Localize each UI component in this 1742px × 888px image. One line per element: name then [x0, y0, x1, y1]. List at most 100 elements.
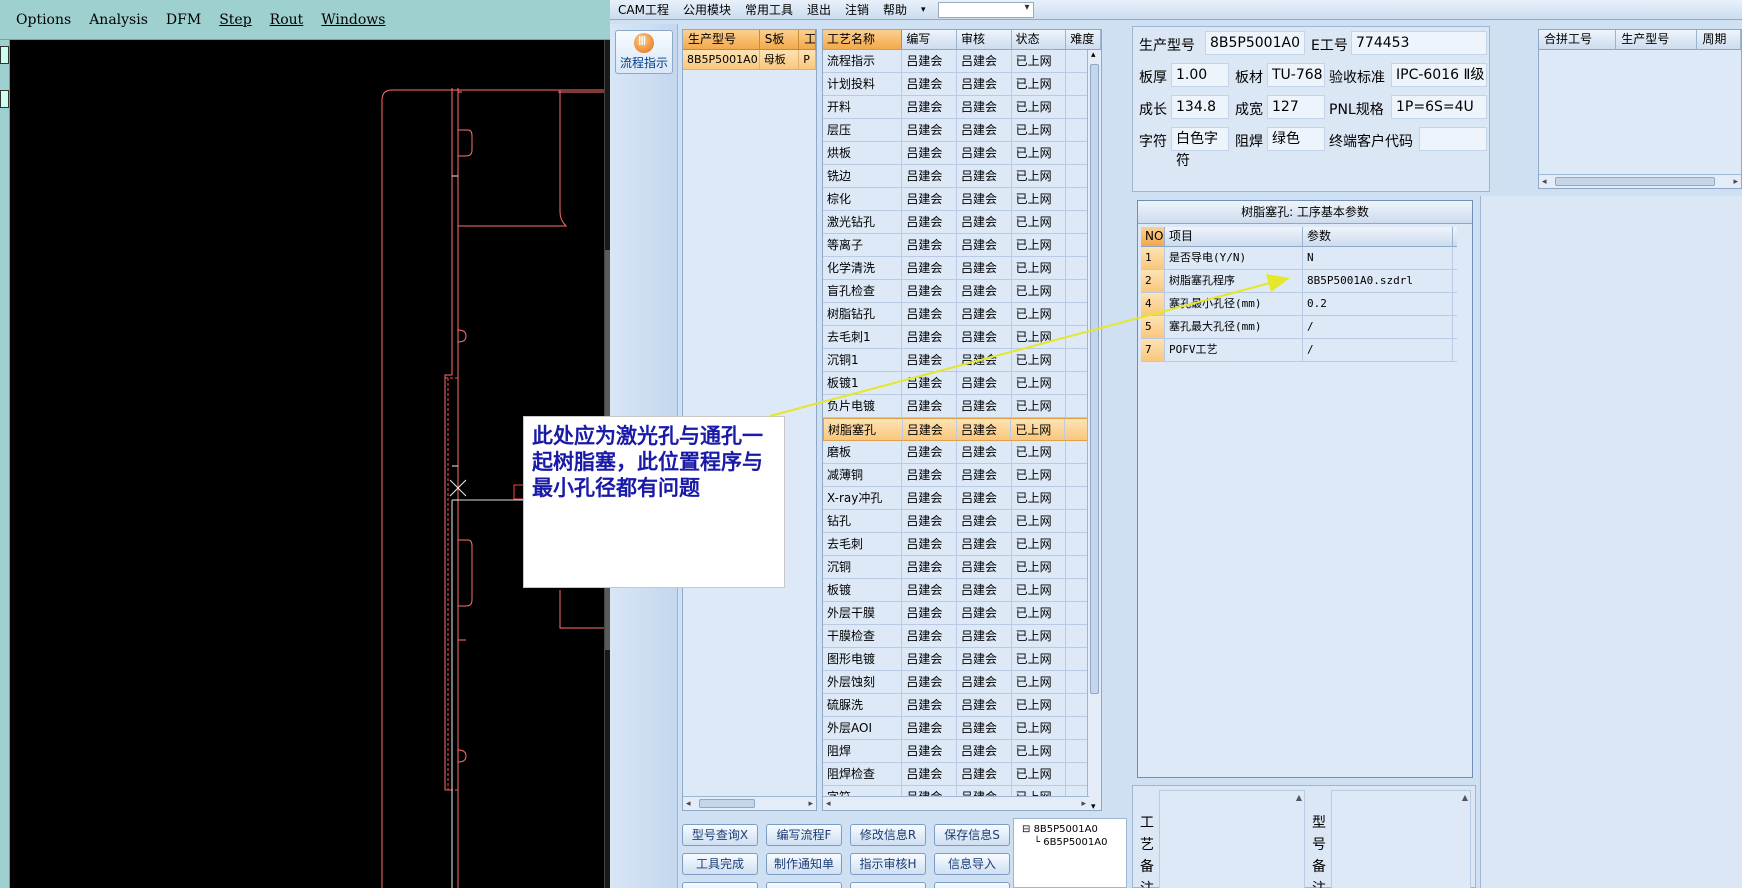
model-grid-hscroll[interactable]: ◂ ▸	[683, 796, 816, 810]
col-param[interactable]: 参数	[1303, 227, 1453, 246]
process-row[interactable]: 层压 吕建会 吕建会 已上网	[823, 119, 1101, 142]
process-row[interactable]: 硫脲洗 吕建会 吕建会 已上网	[823, 694, 1101, 717]
process-row[interactable]: 铣边 吕建会 吕建会 已上网	[823, 165, 1101, 188]
process-row[interactable]: 流程指示 吕建会 吕建会 已上网	[823, 50, 1101, 73]
param-row[interactable]: 1 是否导电(Y/N) N	[1141, 247, 1457, 270]
material-field[interactable]: TU-768	[1267, 63, 1325, 87]
process-grid-vscroll[interactable]: ▴ ▾	[1087, 50, 1101, 810]
menu-cam-project[interactable]: CAM工程	[618, 1, 669, 18]
writer-cell: 吕建会	[902, 349, 958, 371]
process-row[interactable]: 阻焊 吕建会 吕建会 已上网	[823, 740, 1101, 763]
reviewer-cell: 吕建会	[957, 395, 1012, 417]
process-row[interactable]: 板镀1 吕建会 吕建会 已上网	[823, 372, 1101, 395]
modify-info-button[interactable]: 修改信息R	[850, 824, 926, 846]
param-row[interactable]: 2 树脂塞孔程序 8B5P5001A0.szdrl	[1141, 270, 1457, 293]
col-writer[interactable]: 编写	[902, 30, 958, 49]
step-name-cell: 减薄铜	[823, 464, 903, 486]
chevron-down-icon[interactable]: ▾	[921, 5, 926, 15]
save-info-button[interactable]: 保存信息S	[934, 824, 1010, 846]
process-row[interactable]: 外层AOI 吕建会 吕建会 已上网	[823, 717, 1101, 740]
col-period[interactable]: 周期	[1697, 30, 1741, 49]
cad-drawing-canvas[interactable]	[0, 0, 604, 888]
e-number-field[interactable]: 774453	[1351, 31, 1487, 55]
review-instruction-button[interactable]: 指示审核H	[850, 853, 926, 875]
process-row[interactable]: 等离子 吕建会 吕建会 已上网	[823, 234, 1101, 257]
writer-cell: 吕建会	[903, 419, 958, 440]
flow-indicator-button[interactable]: 流程指示	[615, 30, 673, 74]
param-row[interactable]: 4 塞孔最小孔径(mm) 0.2	[1141, 293, 1457, 316]
process-row[interactable]: 板镀 吕建会 吕建会 已上网	[823, 579, 1101, 602]
col-merge-model[interactable]: 生产型号	[1616, 30, 1698, 49]
process-row[interactable]: 外层干膜 吕建会 吕建会 已上网	[823, 602, 1101, 625]
col-s-board[interactable]: S板	[760, 30, 800, 49]
process-row[interactable]: 开料 吕建会 吕建会 已上网	[823, 96, 1101, 119]
process-row[interactable]: 沉铜 吕建会 吕建会 已上网	[823, 556, 1101, 579]
menu-help[interactable]: 帮助	[883, 1, 907, 18]
menu-combo-box[interactable]	[937, 1, 1034, 18]
col-reviewer[interactable]: 审核	[957, 30, 1012, 49]
col-process[interactable]: 工	[799, 30, 816, 49]
process-row[interactable]: 图形电镀 吕建会 吕建会 已上网	[823, 648, 1101, 671]
process-row[interactable]: 磨板 吕建会 吕建会 已上网	[823, 441, 1101, 464]
process-row[interactable]: 计划投料 吕建会 吕建会 已上网	[823, 73, 1101, 96]
process-row[interactable]: 树脂钻孔 吕建会 吕建会 已上网	[823, 303, 1101, 326]
standard-field[interactable]: IPC-6016 Ⅱ级	[1391, 63, 1487, 87]
col-item[interactable]: 项目	[1165, 227, 1303, 246]
step-name-cell: 外层蚀刻	[823, 671, 903, 693]
model-field[interactable]: 8B5P5001A0	[1205, 31, 1305, 55]
import-info-button[interactable]: 信息导入	[934, 853, 1010, 875]
process-row[interactable]: 阻焊检查 吕建会 吕建会 已上网	[823, 763, 1101, 786]
process-row[interactable]: 干膜检查 吕建会 吕建会 已上网	[823, 625, 1101, 648]
extra-button[interactable]	[682, 882, 758, 888]
process-row[interactable]: 树脂塞孔 吕建会 吕建会 已上网	[823, 418, 1101, 441]
col-status[interactable]: 状态	[1012, 30, 1067, 49]
length-field[interactable]: 134.8	[1171, 95, 1229, 119]
solder-mask-field[interactable]: 绿色	[1267, 127, 1325, 151]
process-row[interactable]: 棕化 吕建会 吕建会 已上网	[823, 188, 1101, 211]
menu-logout[interactable]: 注销	[845, 1, 869, 18]
menu-exit[interactable]: 退出	[807, 1, 831, 18]
edit-flow-button[interactable]: 编写流程F	[766, 824, 842, 846]
tree-node[interactable]: └ 6B5P5001A0	[1022, 836, 1126, 849]
process-row[interactable]: 外层蚀刻 吕建会 吕建会 已上网	[823, 671, 1101, 694]
process-row[interactable]: 负片电镀 吕建会 吕建会 已上网	[823, 395, 1101, 418]
process-row[interactable]: 减薄铜 吕建会 吕建会 已上网	[823, 464, 1101, 487]
col-no[interactable]: NO	[1141, 227, 1165, 246]
model-remark-box[interactable]: ▲	[1331, 790, 1471, 888]
extra-button[interactable]	[850, 882, 926, 888]
extra-button[interactable]	[934, 882, 1010, 888]
process-row[interactable]: 化学清洗 吕建会 吕建会 已上网	[823, 257, 1101, 280]
customer-code-field[interactable]	[1419, 127, 1487, 151]
process-remark-box[interactable]: ▲	[1159, 790, 1305, 888]
param-row[interactable]: 5 塞孔最大孔径(mm) /	[1141, 316, 1457, 339]
process-row[interactable]: 钻孔 吕建会 吕建会 已上网	[823, 510, 1101, 533]
merge-grid-hscroll[interactable]: ◂ ▸	[1539, 174, 1741, 188]
process-row[interactable]: 盲孔检查 吕建会 吕建会 已上网	[823, 280, 1101, 303]
process-row[interactable]: 去毛刺 吕建会 吕建会 已上网	[823, 533, 1101, 556]
menu-common-module[interactable]: 公用模块	[683, 1, 731, 18]
process-row[interactable]: 去毛刺1 吕建会 吕建会 已上网	[823, 326, 1101, 349]
reviewer-cell: 吕建会	[957, 694, 1012, 716]
width-field[interactable]: 127	[1267, 95, 1325, 119]
process-row[interactable]: 烘板 吕建会 吕建会 已上网	[823, 142, 1101, 165]
process-row[interactable]: 沉铜1 吕建会 吕建会 已上网	[823, 349, 1101, 372]
model-row[interactable]: 8B5P5001A0 母板 P	[683, 50, 816, 70]
model-query-button[interactable]: 型号查询X	[682, 824, 758, 846]
pnl-field[interactable]: 1P=6S=4U	[1391, 95, 1487, 119]
process-row[interactable]: X-ray冲孔 吕建会 吕建会 已上网	[823, 487, 1101, 510]
character-field[interactable]: 白色字符	[1171, 127, 1229, 169]
process-grid-hscroll[interactable]: ◂ ▸	[823, 796, 1089, 810]
extra-button[interactable]	[766, 882, 842, 888]
col-model[interactable]: 生产型号	[683, 30, 760, 49]
menu-tools[interactable]: 常用工具	[745, 1, 793, 18]
tree-node[interactable]: ⊟ 8B5P5001A0	[1022, 823, 1126, 836]
process-row[interactable]: 激光钻孔 吕建会 吕建会 已上网	[823, 211, 1101, 234]
make-notice-button[interactable]: 制作通知单	[766, 853, 842, 875]
col-merge-no[interactable]: 合拼工号	[1539, 30, 1617, 49]
param-row[interactable]: 7 POFV工艺 /	[1141, 339, 1457, 362]
col-step-name[interactable]: 工艺名称	[823, 30, 903, 49]
step-name-cell: 钻孔	[823, 510, 903, 532]
col-difficulty[interactable]: 难度	[1066, 30, 1101, 49]
thickness-field[interactable]: 1.00	[1171, 63, 1229, 87]
tool-done-button[interactable]: 工具完成	[682, 853, 758, 875]
